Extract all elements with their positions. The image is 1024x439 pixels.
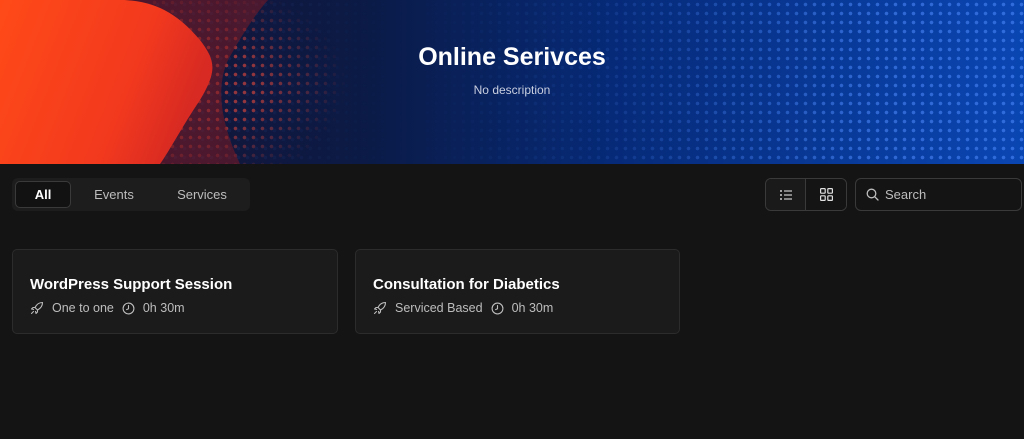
list-icon [779, 189, 792, 200]
page-title: Online Serivces [418, 43, 606, 71]
clock-icon [491, 302, 504, 314]
tab-services[interactable]: Services [157, 181, 247, 208]
card-duration: 0h 30m [511, 301, 554, 315]
search-box[interactable] [855, 178, 1022, 211]
card-meta: Serviced Based 0h 30m [373, 301, 679, 315]
card-type: Serviced Based [395, 301, 483, 315]
list-view-button[interactable] [766, 179, 807, 210]
search-icon [866, 188, 879, 201]
hero-orange-shape [0, 0, 268, 164]
search-input[interactable] [885, 187, 1015, 202]
clock-icon [122, 302, 135, 314]
grid-icon [819, 188, 833, 201]
view-toggle [765, 178, 847, 211]
service-card[interactable]: WordPress Support Session One to one 0h … [12, 249, 338, 334]
card-meta: One to one 0h 30m [30, 301, 337, 315]
page-subtitle: No description [473, 83, 551, 97]
tab-events[interactable]: Events [71, 181, 157, 208]
grid-view-button[interactable] [806, 179, 846, 210]
card-duration: 0h 30m [142, 301, 185, 315]
tab-all[interactable]: All [15, 181, 71, 208]
rocket-icon [30, 301, 44, 315]
service-card[interactable]: Consultation for Diabetics Serviced Base… [355, 249, 680, 334]
card-type: One to one [52, 301, 114, 315]
card-title: WordPress Support Session [30, 276, 233, 293]
filter-tabs: All Events Services [12, 178, 250, 211]
card-title: Consultation for Diabetics [373, 276, 560, 293]
rocket-icon [373, 301, 387, 315]
hero-banner: Online Serivces No description [0, 0, 1024, 164]
